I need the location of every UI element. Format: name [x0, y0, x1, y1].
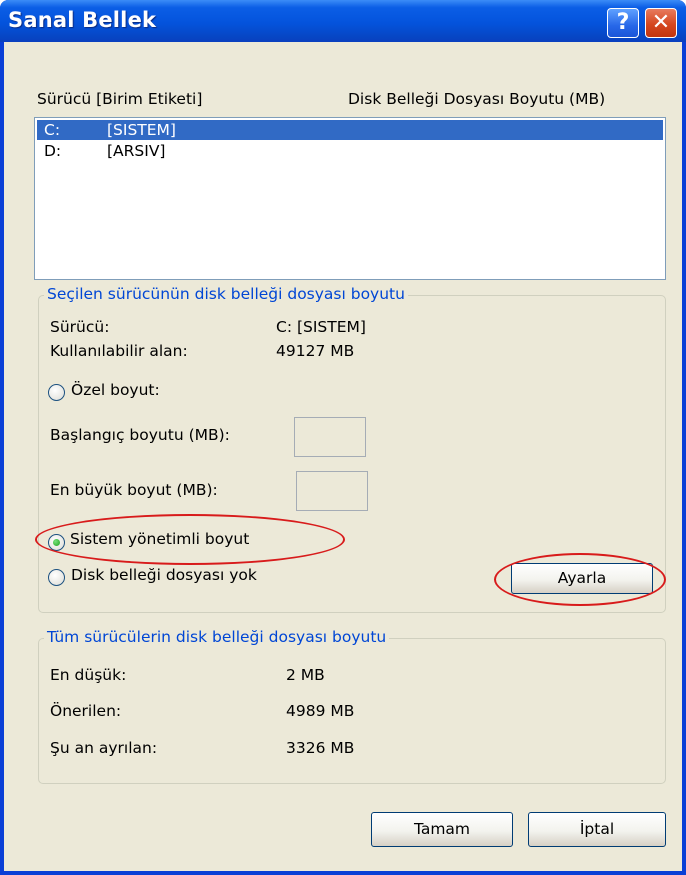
drive-label: [SISTEM] — [107, 121, 176, 139]
free-space-label: Kullanılabilir alan: — [50, 342, 188, 360]
drive-row-d[interactable]: D: [ARSIV] — [37, 141, 663, 161]
allocated-value: 3326 MB — [286, 739, 355, 757]
recommended-value: 4989 MB — [286, 702, 355, 720]
drive-label: [ARSIV] — [107, 142, 166, 160]
annotation-ellipse — [494, 553, 666, 606]
custom-size-radio[interactable] — [48, 384, 65, 401]
drive-label-text: Sürücü: — [50, 318, 110, 336]
minimum-label: En düşük: — [50, 666, 127, 684]
drive-list[interactable]: C: [SISTEM] D: [ARSIV] — [34, 117, 666, 280]
annotation-ellipse — [35, 514, 345, 565]
no-paging-file-label: Disk belleği dosyası yok — [71, 566, 257, 584]
custom-size-label: Özel boyut: — [71, 381, 160, 399]
title-bar[interactable]: Sanal Bellek ? ✕ — [0, 0, 686, 42]
all-drives-group-title: Tüm sürücülerin disk belleği dosyası boy… — [44, 628, 390, 646]
ok-button-label: Tamam — [413, 820, 471, 838]
help-button[interactable]: ? — [607, 8, 639, 38]
drive-letter: D: — [44, 142, 62, 160]
drive-value: C: [SISTEM] — [276, 318, 366, 336]
list-header-size: Disk Belleği Dosyası Boyutu (MB) — [348, 90, 606, 108]
drive-letter: C: — [44, 121, 61, 139]
cancel-button[interactable]: İptal — [528, 812, 666, 847]
allocated-label: Şu an ayrılan: — [50, 739, 158, 757]
ok-button[interactable]: Tamam — [371, 812, 513, 847]
minimum-value: 2 MB — [286, 666, 325, 684]
close-button[interactable]: ✕ — [645, 8, 677, 38]
list-header-drive: Sürücü [Birim Etiketi] — [37, 90, 203, 108]
initial-size-input[interactable] — [294, 417, 366, 457]
close-icon: ✕ — [651, 10, 671, 35]
drive-row-c[interactable]: C: [SISTEM] — [37, 120, 663, 140]
initial-size-label: Başlangıç boyutu (MB): — [50, 426, 230, 444]
no-paging-file-radio[interactable] — [48, 569, 65, 586]
max-size-label: En büyük boyut (MB): — [50, 481, 218, 499]
max-size-input[interactable] — [296, 471, 368, 511]
selected-drive-group-title: Seçilen sürücünün disk belleği dosyası b… — [44, 285, 408, 303]
recommended-label: Önerilen: — [50, 702, 122, 720]
window-title: Sanal Bellek — [8, 8, 157, 32]
help-icon: ? — [616, 10, 630, 35]
cancel-button-label: İptal — [579, 820, 615, 838]
free-space-value: 49127 MB — [276, 342, 355, 360]
